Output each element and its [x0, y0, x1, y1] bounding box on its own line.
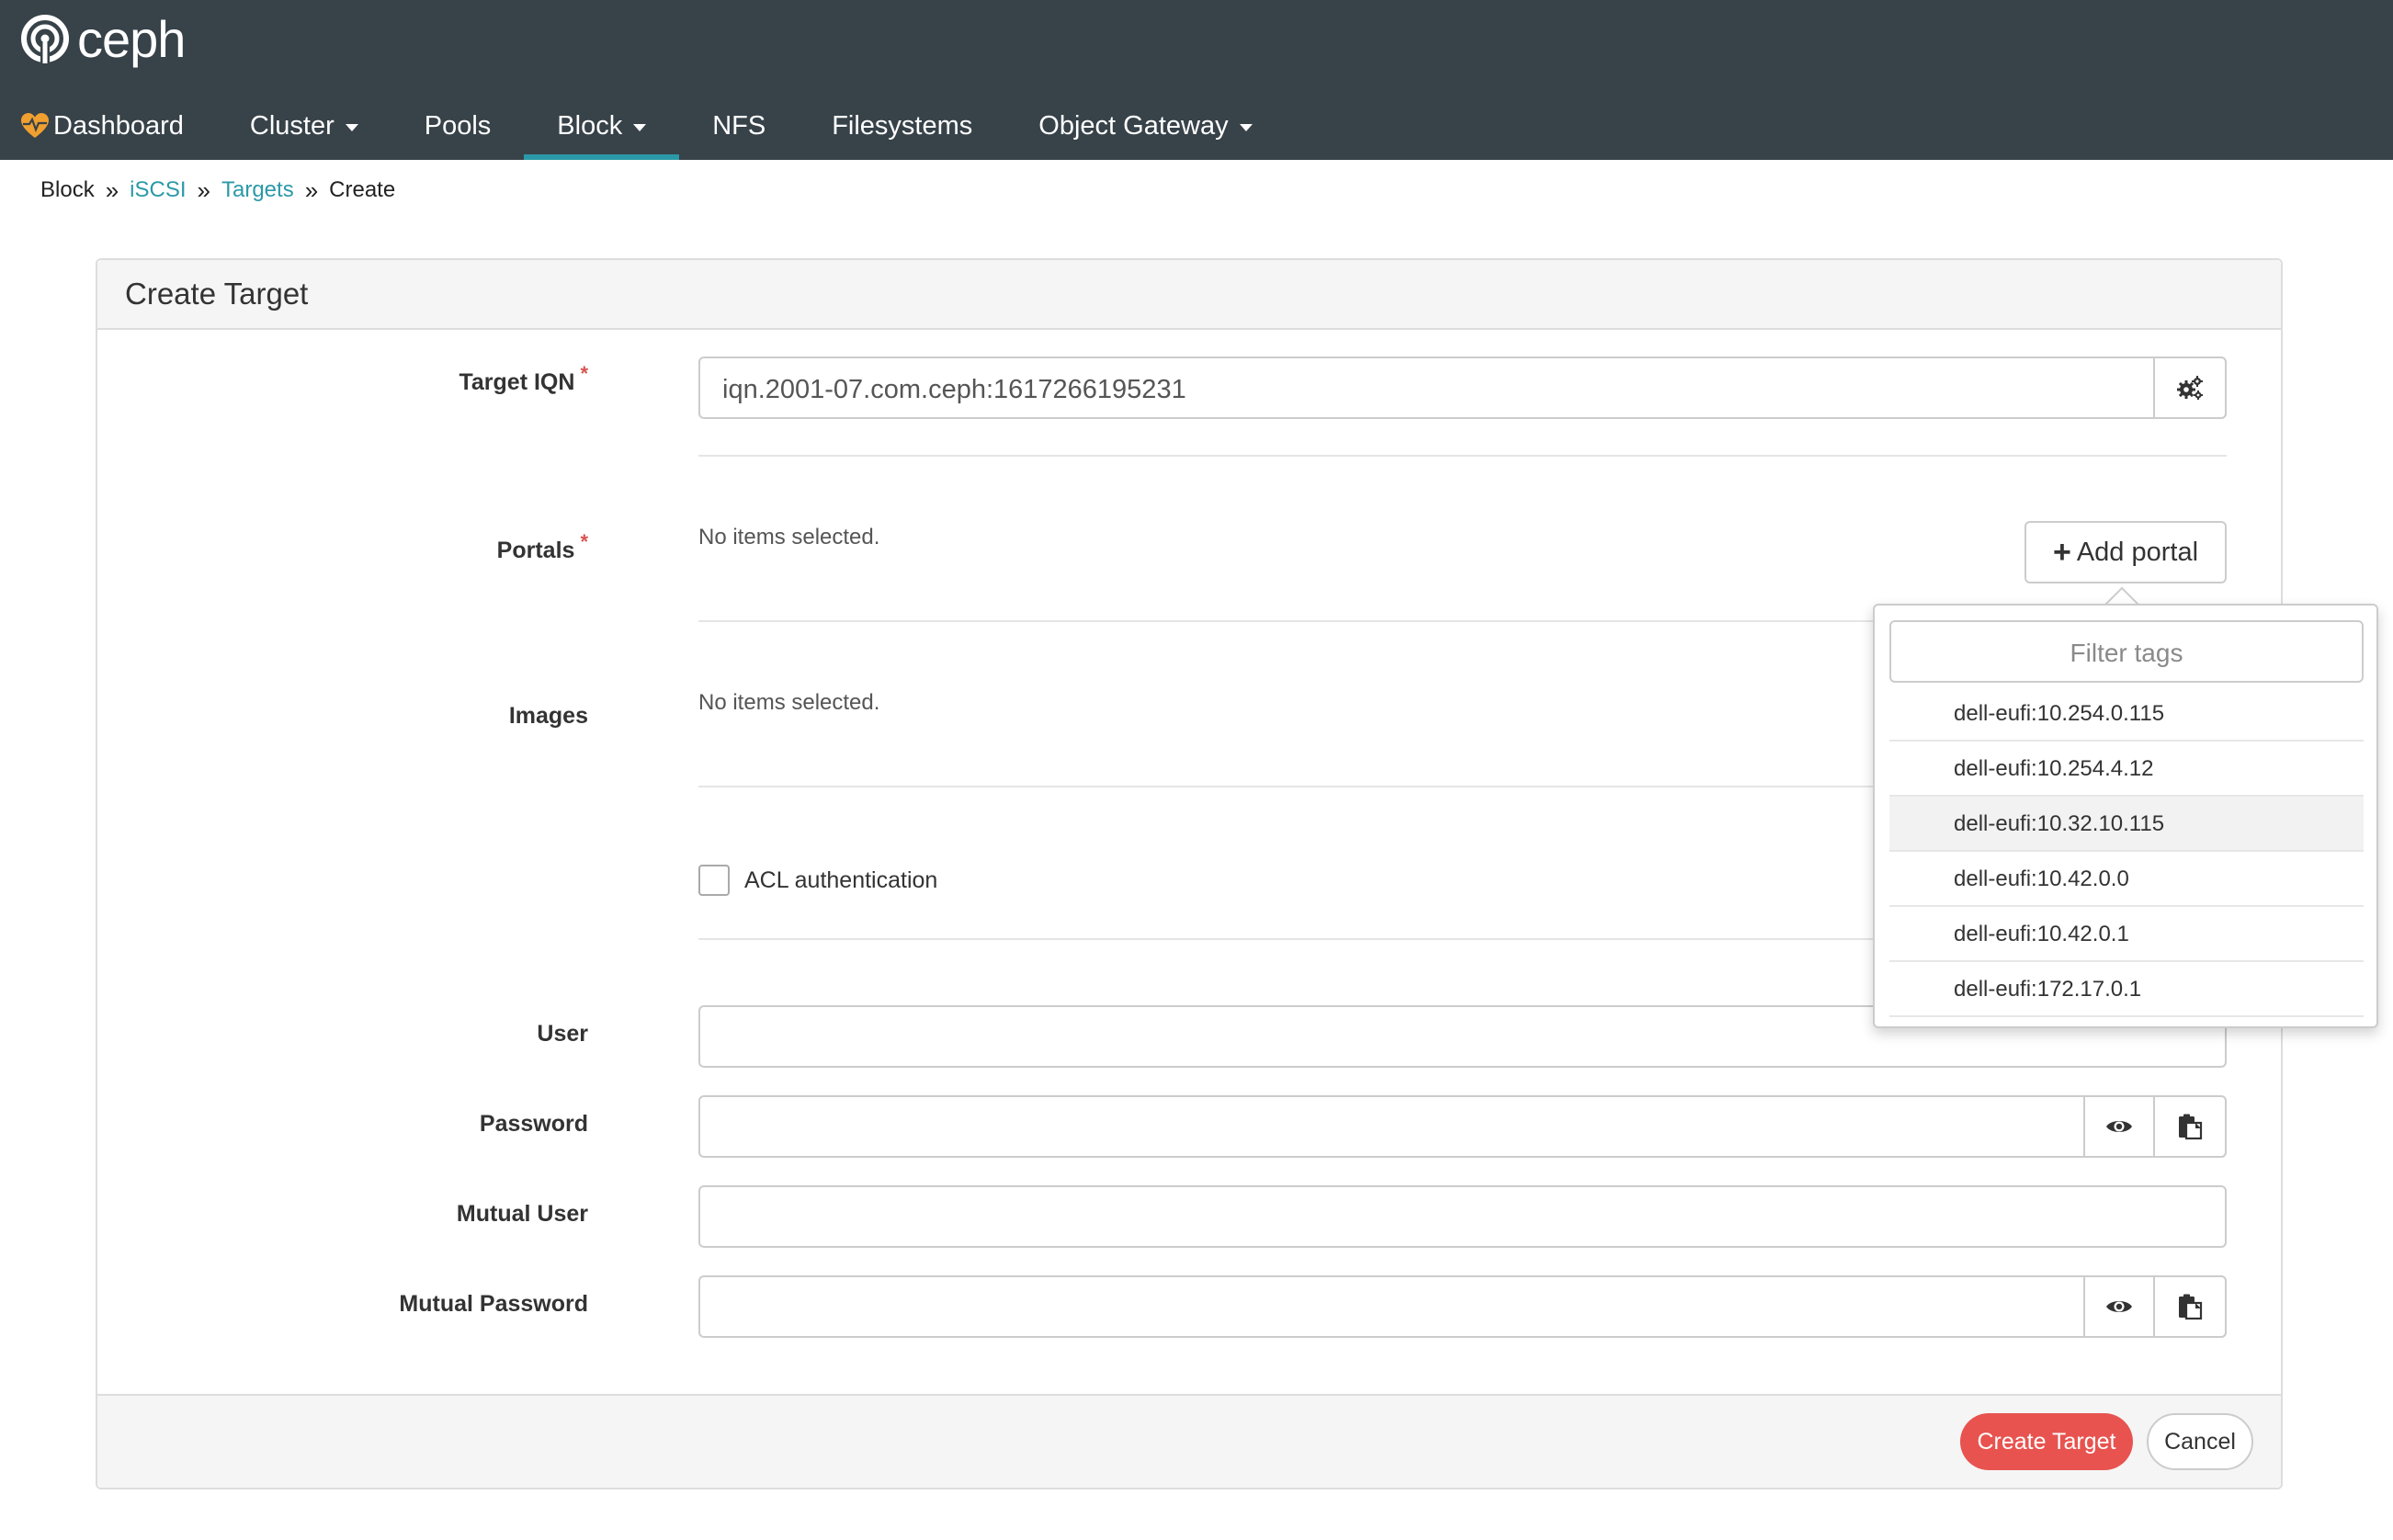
nav-label-object-gateway: Object Gateway	[1038, 110, 1229, 141]
mutual-password-label: Mutual Password	[399, 1291, 588, 1318]
caret-down-icon	[345, 124, 358, 131]
images-label-text: Images	[508, 703, 588, 729]
user-label-text: User	[537, 1021, 588, 1047]
breadcrumb: Block » iSCSI » Targets » Create	[40, 175, 395, 206]
cancel-button[interactable]: Cancel	[2147, 1413, 2253, 1470]
show-password-button[interactable]	[2083, 1095, 2155, 1158]
main-nav: Dashboard Cluster Pools Block NFS Filesy…	[0, 92, 1286, 160]
breadcrumb-separator-icon: »	[105, 176, 119, 204]
images-label: Images	[509, 703, 588, 730]
nav-item-nfs[interactable]: NFS	[679, 92, 799, 160]
breadcrumb-separator-icon: »	[304, 176, 319, 204]
password-label: Password	[480, 1111, 588, 1138]
nav-item-dashboard[interactable]: Dashboard	[0, 92, 217, 160]
copy-mutual-password-button[interactable]	[2153, 1275, 2227, 1338]
required-marker: *	[580, 530, 588, 553]
acl-authentication-label[interactable]: ACL authentication	[744, 867, 937, 894]
password-input[interactable]	[698, 1095, 2227, 1158]
nav-item-block[interactable]: Block	[524, 92, 680, 160]
card-header: Create Target	[97, 260, 2281, 330]
ceph-logo-icon	[21, 15, 69, 65]
portal-option-label: dell-eufi:10.254.0.115	[1954, 701, 2165, 726]
portal-option[interactable]: dell-eufi:10.42.0.0	[1889, 852, 2364, 907]
filter-tags-input[interactable]: Filter tags	[1889, 620, 2364, 683]
portal-option-label: dell-eufi:10.42.0.0	[1954, 866, 2129, 891]
portal-select-dropdown: Filter tags dell-eufi:10.254.0.115 dell-…	[1873, 604, 2378, 1028]
card-footer	[97, 1394, 2281, 1488]
nav-item-cluster[interactable]: Cluster	[217, 92, 391, 160]
images-empty-text: No items selected.	[698, 690, 880, 715]
breadcrumb-block: Block	[40, 177, 95, 202]
cogs-icon	[2177, 376, 2203, 400]
portal-option-label: dell-eufi:172.17.0.1	[1954, 977, 2142, 1002]
portals-empty-text: No items selected.	[698, 525, 880, 549]
brand-name: ceph	[77, 10, 186, 68]
portals-label: Portals *	[496, 530, 588, 564]
portal-option[interactable]: dell-eufi:10.42.0.1	[1889, 907, 2364, 962]
nav-item-object-gateway[interactable]: Object Gateway	[1005, 92, 1285, 160]
password-label-text: Password	[479, 1111, 588, 1137]
nav-label-cluster: Cluster	[249, 110, 335, 141]
add-portal-label: Add portal	[2076, 537, 2199, 567]
nav-item-pools[interactable]: Pools	[391, 92, 525, 160]
mutual-password-label-text: Mutual Password	[399, 1291, 588, 1317]
plus-icon: +	[2052, 535, 2071, 570]
portal-option-label: dell-eufi:10.42.0.1	[1954, 922, 2129, 946]
portal-option-highlighted[interactable]: dell-eufi:10.32.10.115	[1889, 797, 2364, 852]
show-mutual-password-button[interactable]	[2083, 1275, 2155, 1338]
add-portal-button[interactable]: + Add portal	[2024, 521, 2227, 583]
eye-icon	[2106, 1301, 2132, 1312]
target-iqn-value: iqn.2001-07.com.ceph:1617266195231	[722, 375, 1186, 404]
nav-label-pools: Pools	[424, 110, 492, 141]
nav-item-filesystems[interactable]: Filesystems	[799, 92, 1005, 160]
breadcrumb-targets-link[interactable]: Targets	[221, 177, 294, 203]
generate-iqn-button[interactable]	[2153, 357, 2227, 419]
target-iqn-label-text: Target IQN	[459, 369, 575, 395]
required-marker: *	[580, 362, 588, 385]
portal-option-label: dell-eufi:10.254.4.12	[1954, 756, 2154, 781]
caret-down-icon	[633, 124, 647, 131]
mutual-user-label: Mutual User	[457, 1201, 588, 1228]
section-divider	[698, 455, 2227, 457]
filter-tags-placeholder: Filter tags	[2070, 639, 2183, 667]
nav-label-dashboard: Dashboard	[53, 110, 184, 141]
top-navbar: ceph Dashboard Cluster Pools Block NFS F…	[0, 0, 2393, 160]
caret-down-icon	[1239, 124, 1253, 131]
portal-option[interactable]: dell-eufi:172.17.0.1	[1889, 962, 2364, 1017]
portal-option[interactable]: dell-eufi:10.254.0.115	[1889, 686, 2364, 742]
mutual-user-label-text: Mutual User	[456, 1201, 588, 1227]
create-target-button[interactable]: Create Target	[1960, 1413, 2133, 1470]
target-iqn-label: Target IQN *	[459, 362, 588, 396]
target-iqn-input[interactable]: iqn.2001-07.com.ceph:1617266195231	[698, 357, 2227, 419]
user-label: User	[537, 1021, 588, 1047]
breadcrumb-separator-icon: »	[197, 176, 210, 204]
clipboard-icon	[2179, 1114, 2203, 1140]
breadcrumb-iscsi-link[interactable]: iSCSI	[130, 177, 186, 203]
nav-label-filesystems: Filesystems	[832, 110, 973, 141]
heart-pulse-icon	[21, 113, 49, 138]
portals-label-text: Portals	[496, 538, 575, 563]
acl-authentication-checkbox[interactable]	[698, 865, 730, 896]
card-title: Create Target	[125, 277, 309, 311]
eye-icon	[2106, 1121, 2132, 1132]
nav-label-block: Block	[557, 110, 623, 141]
portal-option[interactable]: dell-eufi:10.254.4.12	[1889, 742, 2364, 797]
portal-option-label: dell-eufi:10.32.10.115	[1954, 811, 2165, 836]
clipboard-icon	[2179, 1294, 2203, 1320]
breadcrumb-create: Create	[329, 177, 396, 202]
mutual-user-input[interactable]	[698, 1185, 2227, 1248]
mutual-password-input[interactable]	[698, 1275, 2227, 1338]
nav-label-nfs: NFS	[712, 110, 766, 141]
copy-password-button[interactable]	[2153, 1095, 2227, 1158]
brand-logo[interactable]: ceph	[20, 10, 186, 68]
